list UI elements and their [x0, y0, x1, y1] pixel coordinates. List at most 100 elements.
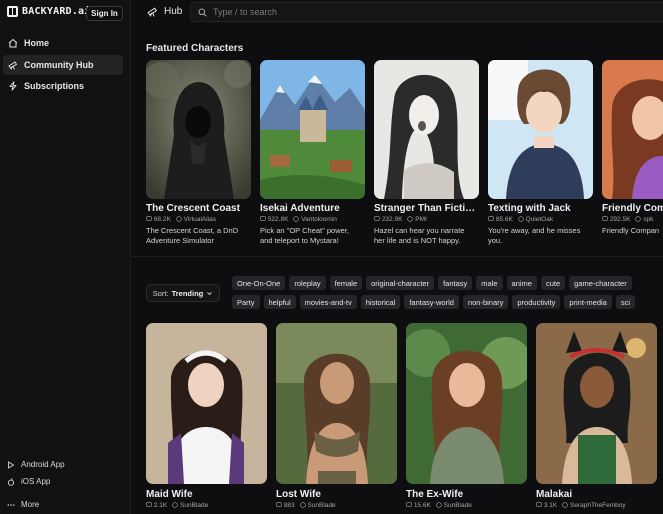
tag-chip[interactable]: Party — [232, 295, 260, 309]
author-name[interactable]: spk — [643, 216, 653, 223]
character-image — [406, 323, 527, 484]
featured-section-title: Featured Characters — [146, 43, 244, 54]
featured-card[interactable]: Stranger Than Ficti… 232.9K PMI Hazel ca… — [374, 60, 479, 246]
featured-card[interactable]: Isekai Adventure 522.8K Vantoloomin Pick… — [260, 60, 365, 246]
chat-icon — [146, 502, 152, 507]
tag-chip[interactable]: roleplay — [289, 276, 326, 290]
user-icon — [176, 216, 182, 222]
section-divider — [131, 256, 663, 257]
tag-chip[interactable]: historical — [360, 295, 401, 309]
tag-chip[interactable]: fantasy-world — [404, 295, 459, 309]
search-box[interactable] — [190, 2, 663, 22]
description-line: You're away, and he misses — [488, 226, 581, 235]
tag-chip[interactable]: original-character — [366, 276, 435, 290]
author-name[interactable]: QuietOak — [526, 216, 553, 223]
nav-label-community-hub: Community Hub — [24, 59, 94, 70]
sort-prefix: Sort: — [152, 288, 169, 298]
user-icon — [299, 502, 306, 508]
tag-chip[interactable]: game-character — [569, 276, 632, 290]
author-name[interactable]: SunBlade — [180, 502, 208, 509]
user-icon — [635, 216, 642, 222]
ios-app-link[interactable]: iOS App — [7, 473, 125, 490]
play-icon — [8, 460, 15, 469]
nav-label-subscriptions: Subscriptions — [24, 81, 85, 91]
character-card[interactable]: Maid Wife 2.1K SunBlade — [146, 323, 267, 509]
android-app-link[interactable]: Android App — [7, 456, 125, 473]
character-meta: 883 SunBlade — [276, 502, 397, 509]
author-name[interactable]: Vantoloomin — [301, 216, 337, 223]
chat-icon — [536, 502, 542, 507]
character-card[interactable]: Lost Wife 883 SunBlade — [276, 323, 397, 509]
author-name[interactable]: VirtualAlias — [184, 216, 216, 223]
character-meta: 2.1K SunBlade — [146, 502, 267, 509]
tag-chip[interactable]: One-On-One — [232, 276, 286, 290]
tag-chip[interactable]: anime — [506, 276, 537, 290]
featured-card[interactable]: Friendly Com 292.5K spk Friendly Compan — [602, 60, 663, 236]
character-name: Maid Wife — [146, 489, 193, 500]
tag-chip[interactable]: male — [476, 276, 503, 290]
tag-chip[interactable]: productivity — [512, 295, 561, 309]
android-app-label: Android App — [21, 460, 65, 469]
tag-chip[interactable]: print-media — [564, 295, 612, 309]
character-meta: 68.2K VirtualAlias — [146, 216, 251, 223]
character-card[interactable]: The Ex-Wife 15.6K SunBlade — [406, 323, 527, 509]
description-line: Pick an "OP Cheat" power, — [260, 226, 349, 235]
chat-icon — [406, 502, 412, 507]
character-name: Malakai — [536, 489, 573, 500]
character-description: Friendly Compan — [602, 226, 663, 236]
character-grid: Maid Wife 2.1K SunBlade Lost Wife 883 Su… — [146, 323, 663, 514]
top-bar: Hub — [131, 0, 663, 26]
chat-count: 292.5K — [609, 216, 631, 223]
character-name: Friendly Com — [602, 203, 663, 214]
search-input[interactable] — [213, 7, 513, 17]
more-link[interactable]: More — [7, 496, 125, 513]
featured-card[interactable]: The Crescent Coast 68.2K VirtualAlias Th… — [146, 60, 251, 246]
character-image — [374, 60, 479, 199]
chat-count: 522.8K — [267, 216, 289, 223]
character-card[interactable]: Malakai 3.1K SeraphTheFemboy — [536, 323, 657, 509]
tag-chip[interactable]: movies-and-tv — [299, 295, 357, 309]
apple-icon — [7, 477, 15, 486]
chat-icon — [602, 216, 608, 221]
author-name[interactable]: SunBlade — [307, 502, 335, 509]
nav-item-home[interactable]: Home — [3, 33, 123, 53]
tag-chip[interactable]: helpful — [263, 295, 296, 309]
character-name: Stranger Than Ficti… — [374, 203, 476, 214]
user-icon — [518, 216, 524, 222]
character-image — [602, 60, 663, 199]
author-name[interactable]: SeraphTheFemboy — [570, 502, 626, 509]
tag-chip[interactable]: fantasy — [438, 276, 473, 290]
tag-chip[interactable]: non-binary — [462, 295, 509, 309]
chevron-down-icon — [207, 291, 213, 295]
tag-chip[interactable]: cute — [540, 276, 566, 290]
chat-icon — [276, 502, 282, 507]
home-icon — [8, 38, 18, 48]
telescope-icon — [147, 7, 158, 17]
author-name[interactable]: SunBlade — [444, 502, 472, 509]
app-logo[interactable]: BACKYARD.ai — [7, 6, 90, 17]
sort-dropdown[interactable]: Sort: Trending — [146, 284, 220, 302]
chat-count: 3.1K — [543, 502, 558, 509]
tag-chip[interactable]: female — [329, 276, 363, 290]
description-line: and teleport to Mystara! — [260, 236, 339, 245]
description-line: The Crescent Coast, a DnD — [146, 226, 239, 235]
tag-chip[interactable]: sci — [615, 295, 636, 309]
user-icon — [293, 216, 300, 222]
tag-row: Party helpful movies-and-tv historical f… — [232, 295, 636, 309]
character-name: The Ex-Wife — [406, 489, 464, 500]
sign-in-button[interactable]: Sign In — [86, 6, 123, 21]
description-line: her life and is NOT happy. — [374, 236, 461, 245]
author-name[interactable]: PMI — [415, 216, 427, 223]
character-name: Texting with Jack — [488, 203, 571, 214]
character-description: Hazel can hear you narrate her life and i… — [374, 226, 479, 246]
sidebar-bottom-links: Android App iOS App More — [7, 456, 125, 513]
character-name: Lost Wife — [276, 489, 321, 500]
user-icon — [436, 502, 442, 508]
character-meta: 15.6K SunBlade — [406, 502, 527, 509]
lightning-icon — [8, 81, 18, 91]
hub-label: Hub — [164, 6, 183, 17]
featured-card[interactable]: Texting with Jack 85.6K QuietOak You're … — [488, 60, 593, 246]
nav-item-community-hub[interactable]: Community Hub — [3, 54, 123, 75]
character-name: Isekai Adventure — [260, 203, 340, 214]
nav-item-subscriptions[interactable]: Subscriptions — [3, 76, 123, 96]
